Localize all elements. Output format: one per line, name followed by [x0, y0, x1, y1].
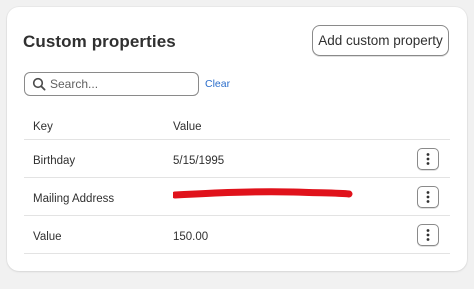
add-custom-property-button[interactable]: Add custom property [312, 25, 449, 56]
search-field[interactable] [24, 72, 199, 96]
search-input[interactable] [50, 77, 190, 91]
key-column-header: Key [33, 121, 53, 133]
clear-search-link[interactable]: Clear [205, 78, 230, 90]
row-actions-button[interactable] [417, 186, 439, 208]
property-value: 5/15/1995 [173, 155, 225, 167]
property-value: 150.00 [173, 231, 209, 243]
row-actions-button[interactable] [417, 148, 439, 170]
divider [24, 215, 450, 216]
section-title: Custom properties [23, 32, 176, 51]
value-column-header: Value [173, 121, 202, 133]
row-actions-button[interactable] [417, 224, 439, 246]
custom-properties-card: Custom properties Add custom property Cl… [7, 7, 467, 271]
vertical-ellipsis-icon [426, 153, 430, 165]
divider [24, 253, 450, 254]
property-key: Value [33, 231, 62, 243]
property-key: Birthday [33, 155, 76, 167]
divider [24, 177, 450, 178]
property-key: Mailing Address [33, 193, 115, 205]
vertical-ellipsis-icon [426, 229, 430, 241]
divider [24, 139, 450, 140]
search-icon [28, 73, 50, 95]
redaction-mark [173, 188, 353, 199]
vertical-ellipsis-icon [426, 191, 430, 203]
table-header: Key Value [24, 121, 450, 139]
